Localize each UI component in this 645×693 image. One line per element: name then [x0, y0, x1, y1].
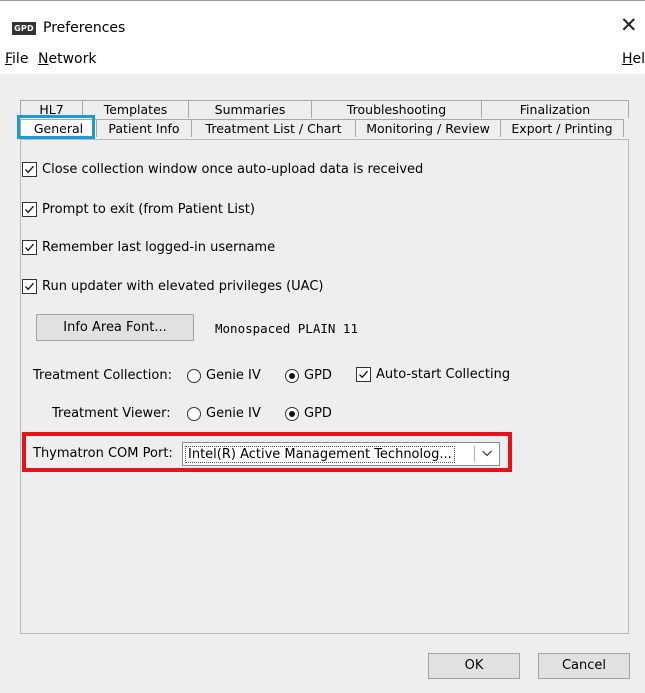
tab-treatment-list-chart[interactable]: Treatment List / Chart — [191, 119, 356, 137]
menu-network-label: etwork — [48, 51, 97, 67]
checkbox-label: Remember last logged-in username — [42, 240, 276, 255]
checkbox[interactable] — [22, 202, 37, 217]
dropdown-separator — [474, 446, 475, 462]
menu-file[interactable]: File — [5, 51, 28, 67]
radio-button-selected[interactable] — [285, 406, 299, 421]
radio-button[interactable] — [187, 368, 201, 383]
tab-general[interactable]: General — [20, 119, 97, 137]
cancel-button[interactable]: Cancel — [538, 653, 630, 679]
checkbox[interactable] — [22, 240, 37, 255]
window-title: Preferences — [43, 20, 126, 36]
radio-label: GPD — [304, 368, 332, 383]
radio-button-selected[interactable] — [285, 368, 299, 383]
tab-monitoring-review[interactable]: Monitoring / Review — [355, 119, 501, 137]
checkbox[interactable] — [22, 162, 37, 177]
com-port-dropdown[interactable]: Intel(R) Active Management Technolog... — [182, 442, 500, 466]
remember-username-checkbox-row[interactable]: Remember last logged-in username — [22, 240, 275, 255]
checkbox-label: Run updater with elevated privileges (UA… — [42, 279, 324, 294]
treatment-collection-label: Treatment Collection: — [33, 368, 172, 383]
com-port-selected-value: Intel(R) Active Management Technolog... — [185, 446, 455, 463]
viewer-gpd-radio-row[interactable]: GPD — [285, 406, 332, 421]
menu-bar: File Network Help — [0, 44, 645, 74]
tab-export-printing[interactable]: Export / Printing — [500, 119, 624, 137]
auto-start-checkbox-row[interactable]: Auto-start Collecting — [356, 367, 510, 382]
radio-label: Genie IV — [206, 368, 261, 383]
tab-hl7[interactable]: HL7 — [20, 100, 83, 118]
treatment-viewer-label: Treatment Viewer: — [52, 406, 171, 421]
viewer-genie-radio-row[interactable]: Genie IV — [187, 406, 261, 421]
font-value-label: Monospaced PLAIN 11 — [215, 321, 358, 336]
menu-help-label: elp — [632, 51, 645, 67]
menu-network[interactable]: Network — [38, 51, 96, 67]
menu-help-mnemonic: H — [622, 51, 633, 67]
collection-gpd-radio-row[interactable]: GPD — [285, 368, 332, 383]
info-area-font-button[interactable]: Info Area Font... — [36, 314, 194, 341]
tab-row-top: HL7 Templates Summaries Troubleshooting … — [20, 100, 629, 118]
close-icon[interactable]: ✕ — [620, 15, 638, 36]
menu-file-label: ile — [12, 51, 29, 67]
tab-summaries[interactable]: Summaries — [188, 100, 312, 118]
prompt-exit-checkbox-row[interactable]: Prompt to exit (from Patient List) — [22, 202, 255, 217]
tab-finalization[interactable]: Finalization — [481, 100, 629, 118]
title-bar: GPD Preferences ✕ — [0, 0, 645, 45]
menu-file-mnemonic: F — [5, 51, 13, 67]
radio-label: Genie IV — [206, 406, 261, 421]
checkbox[interactable] — [22, 279, 37, 294]
tab-templates[interactable]: Templates — [82, 100, 189, 118]
checkbox[interactable] — [356, 367, 371, 382]
checkbox-label: Prompt to exit (from Patient List) — [42, 202, 255, 217]
run-updater-checkbox-row[interactable]: Run updater with elevated privileges (UA… — [22, 279, 323, 294]
app-icon: GPD — [12, 22, 36, 35]
radio-label: GPD — [304, 406, 332, 421]
chevron-down-icon[interactable] — [480, 446, 494, 464]
close-collection-checkbox-row[interactable]: Close collection window once auto-upload… — [22, 162, 423, 177]
ok-button[interactable]: OK — [428, 653, 520, 679]
tab-patient-info[interactable]: Patient Info — [96, 119, 192, 137]
tab-row-bottom: General Patient Info Treatment List / Ch… — [20, 119, 624, 137]
collection-genie-radio-row[interactable]: Genie IV — [187, 368, 261, 383]
menu-help[interactable]: Help — [622, 51, 645, 67]
com-port-label: Thymatron COM Port: — [33, 446, 173, 461]
tab-troubleshooting[interactable]: Troubleshooting — [311, 100, 482, 118]
checkbox-label: Close collection window once auto-upload… — [42, 162, 424, 177]
checkbox-label: Auto-start Collecting — [376, 367, 511, 382]
menu-network-mnemonic: N — [38, 51, 49, 67]
radio-button[interactable] — [187, 406, 201, 421]
preferences-dialog: HL7 Templates Summaries Troubleshooting … — [0, 74, 645, 693]
